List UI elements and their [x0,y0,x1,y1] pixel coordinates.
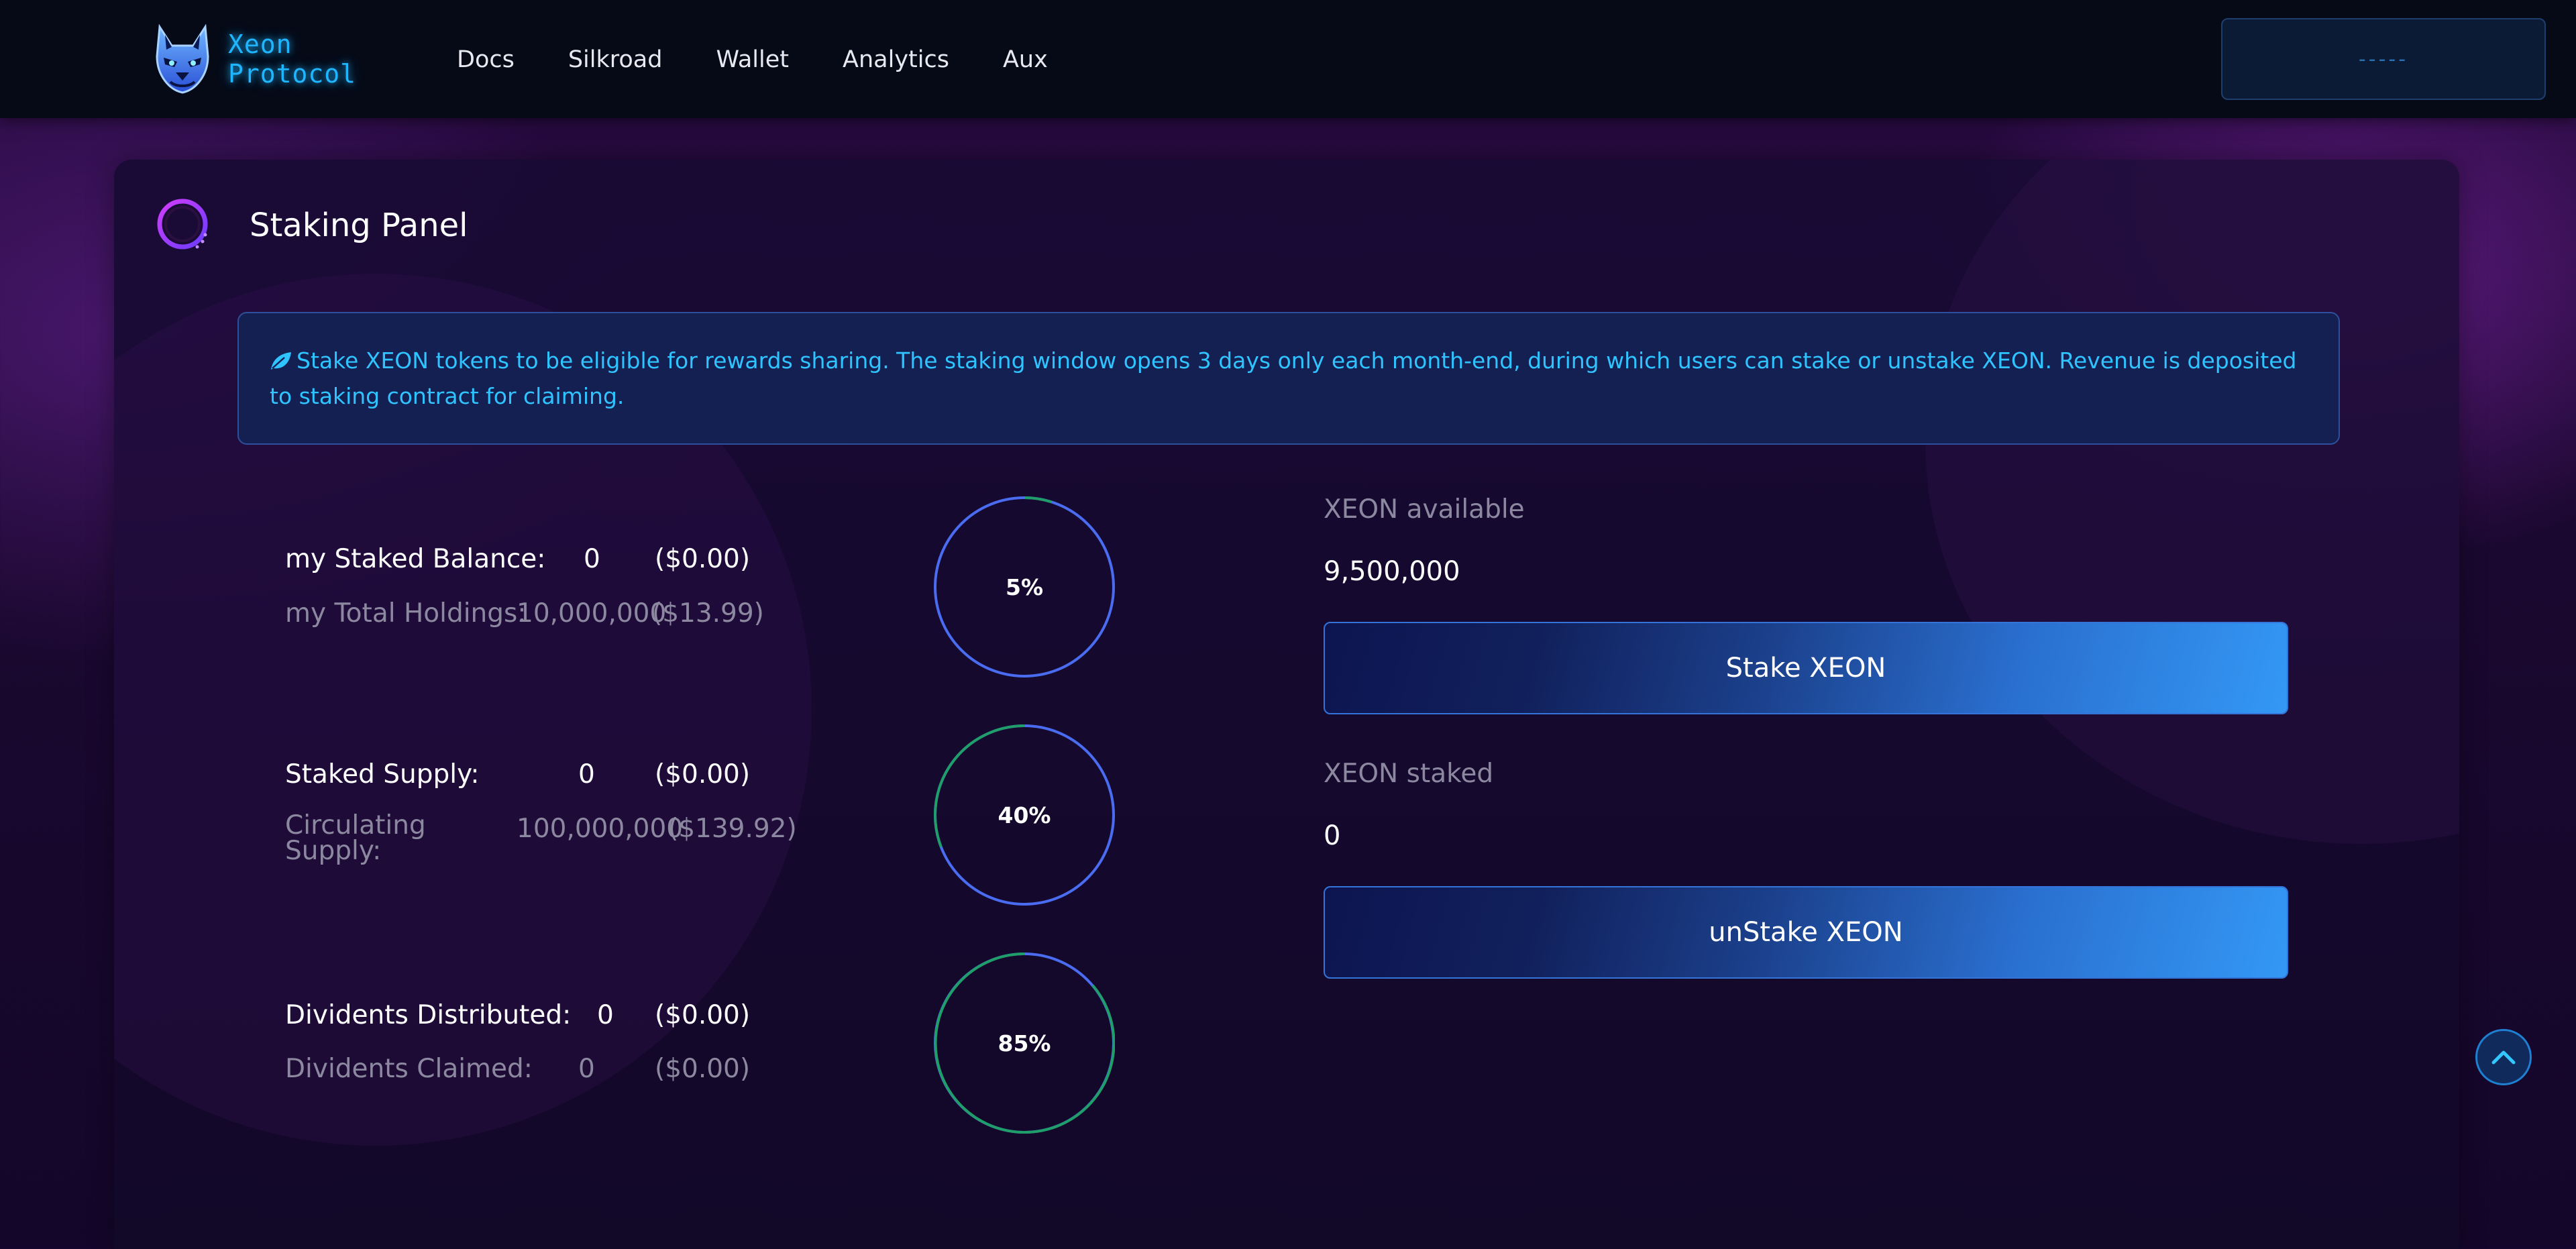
staked-supply-label: Staked Supply: [285,759,480,790]
nav-analytics[interactable]: Analytics [843,43,949,76]
page-title: Staking Panel [250,207,468,244]
total-holdings-label: my Total Holdings: [285,598,527,629]
progress-circle-3: 85% [934,953,1116,1134]
circulating-supply-usd: ($139.92) [668,814,797,844]
progress-circle-1-label: 5% [1005,574,1044,600]
brand-name-line2: Protocol [228,59,357,89]
chevron-up-icon [2491,1050,2516,1065]
scroll-to-top-button[interactable] [2475,1029,2532,1085]
xeon-available-label: XEON available [1324,494,1525,525]
connect-wallet-button[interactable]: ----- [2221,18,2546,100]
staked-supply-value: 0 [578,759,595,790]
dividends-distributed-label: Dividents Distributed: [285,1000,572,1030]
main-nav: Docs Silkroad Wallet Analytics Aux [457,43,1102,76]
circulating-supply-label-line2: Supply: [285,836,382,866]
staking-panel: Staking Panel Stake XEON tokens to be el… [114,160,2459,1249]
info-message: Stake XEON tokens to be eligible for rew… [270,347,2297,409]
brand-name-line1: Xeon [228,30,292,59]
xeon-available-value: 9,500,000 [1324,556,1460,587]
progress-circle-3-label: 85% [998,1030,1051,1056]
staked-balance-label: my Staked Balance: [285,544,546,574]
info-banner: Stake XEON tokens to be eligible for rew… [237,312,2340,445]
info-text: Stake XEON tokens to be eligible for rew… [270,343,2308,414]
staked-balance-value: 0 [584,544,600,574]
dividends-distributed-value: 0 [597,1000,614,1030]
staked-balance-usd: ($0.00) [655,544,751,574]
unstake-button[interactable]: unStake XEON [1324,886,2288,979]
dividends-distributed-usd: ($0.00) [655,1000,751,1030]
dividends-claimed-value: 0 [578,1054,595,1084]
top-nav-bar: Xeon Protocol Docs Silkroad Wallet Analy… [0,0,2576,118]
ring-icon [157,199,208,250]
brand-name: Xeon Protocol [228,30,356,89]
progress-circle-2-label: 40% [998,802,1051,828]
xeon-staked-value: 0 [1324,820,1341,851]
progress-circle-1: 5% [934,496,1115,677]
nav-docs[interactable]: Docs [457,43,515,76]
background-shape [1925,160,2459,844]
leaf-icon [271,352,291,370]
dividends-claimed-usd: ($0.00) [655,1054,751,1084]
nav-wallet[interactable]: Wallet [716,43,789,76]
brand[interactable]: Xeon Protocol [152,23,356,97]
xeon-staked-label: XEON staked [1324,759,1494,789]
nav-silkroad[interactable]: Silkroad [568,43,663,76]
circulating-supply-label-line1: Circulating [285,810,426,840]
staked-supply-usd: ($0.00) [655,759,751,790]
progress-circle-2: 40% [934,724,1115,906]
wolf-logo-icon [156,23,209,94]
nav-aux[interactable]: Aux [1003,43,1048,76]
circulating-supply-value: 100,000,000 [517,814,684,844]
total-holdings-value: 10,000,000 [517,598,667,629]
dividends-claimed-label: Dividents Claimed: [285,1054,533,1084]
stake-button[interactable]: Stake XEON [1324,622,2288,714]
circulating-supply-label: Circulating Supply: [285,810,426,866]
total-holdings-usd: ($13.99) [652,598,764,629]
